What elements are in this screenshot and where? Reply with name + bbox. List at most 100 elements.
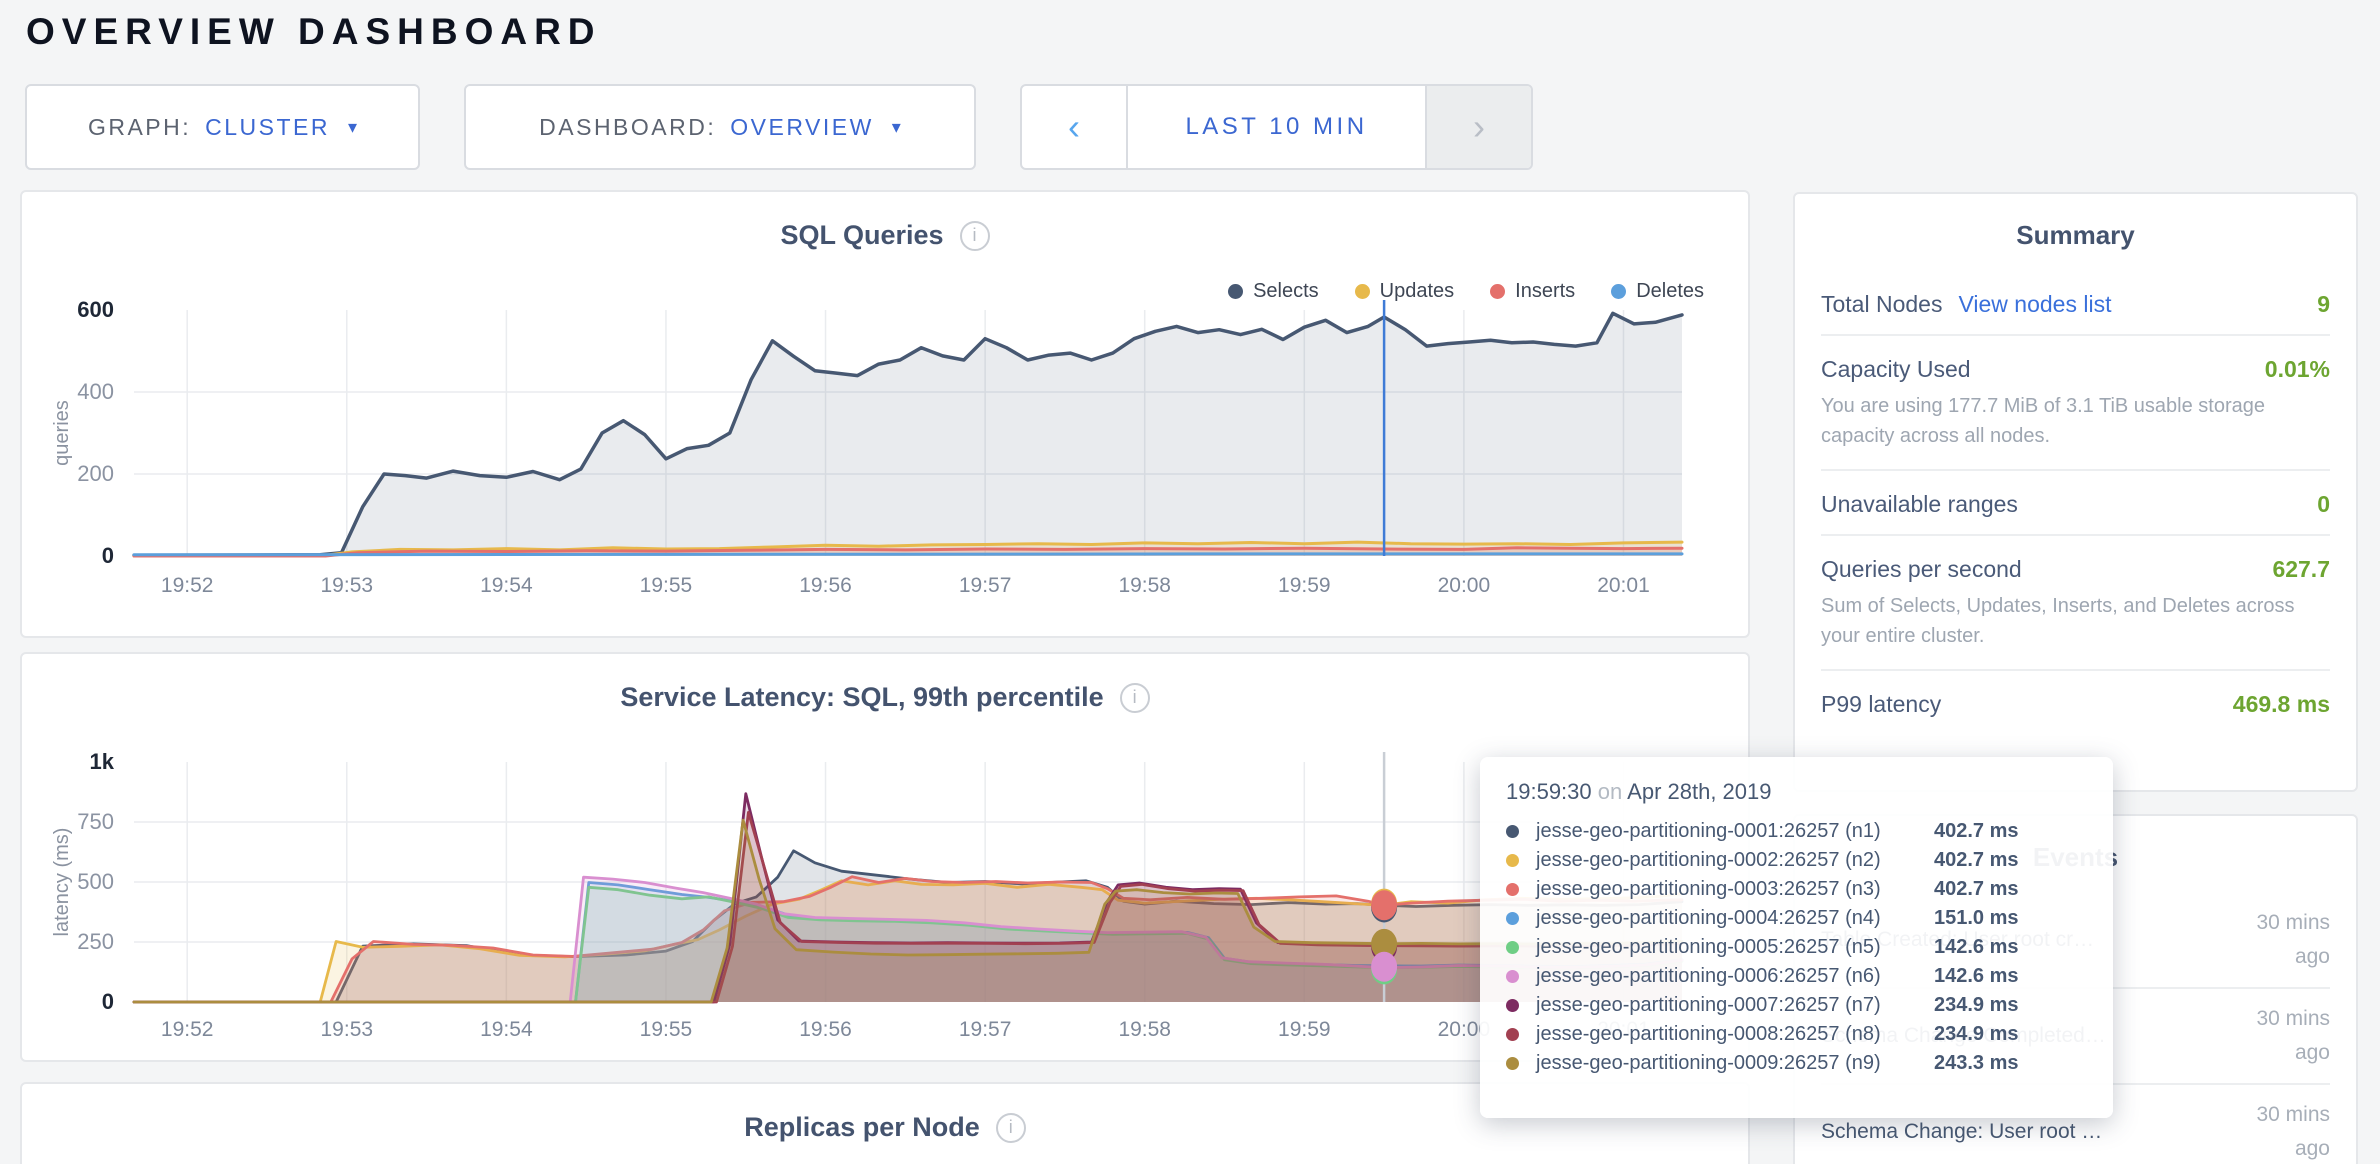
tooltip-row: jesse-geo-partitioning-0009:26257 (n9)24…: [1506, 1049, 2087, 1078]
unavailable-ranges-label: Unavailable ranges: [1821, 491, 2018, 518]
tooltip-row: jesse-geo-partitioning-0001:26257 (n1)40…: [1506, 817, 2087, 846]
replicas-title: Replicas per Node: [744, 1112, 980, 1143]
dashboard-dropdown[interactable]: DASHBOARD: OVERVIEW ▾: [464, 84, 976, 170]
tooltip-node-name: jesse-geo-partitioning-0005:26257 (n5): [1536, 936, 1934, 959]
tooltip-node-value: 151.0 ms: [1934, 907, 2019, 930]
tooltip-row: jesse-geo-partitioning-0007:26257 (n7)23…: [1506, 991, 2087, 1020]
tooltip-node-name: jesse-geo-partitioning-0002:26257 (n2): [1536, 849, 1934, 872]
series-dot-icon: [1506, 912, 1519, 925]
event-time: 30 mins ago: [2224, 906, 2330, 974]
tooltip-node-value: 402.7 ms: [1934, 849, 2019, 872]
capacity-label: Capacity Used: [1821, 356, 1971, 383]
tooltip-node-name: jesse-geo-partitioning-0003:26257 (n3): [1536, 878, 1934, 901]
svg-text:19:52: 19:52: [161, 1018, 214, 1041]
summary-row-capacity: Capacity Used 0.01%: [1821, 336, 2330, 399]
series-dot-icon: [1506, 825, 1519, 838]
svg-text:19:57: 19:57: [959, 1018, 1012, 1041]
tooltip-row: jesse-geo-partitioning-0006:26257 (n6)14…: [1506, 962, 2087, 991]
svg-text:20:00: 20:00: [1438, 574, 1491, 597]
series-dot-icon: [1506, 970, 1519, 983]
capacity-subtext: You are using 177.7 MiB of 3.1 TiB usabl…: [1821, 391, 2330, 469]
qps-label: Queries per second: [1821, 556, 2022, 583]
tooltip-node-value: 243.3 ms: [1934, 1052, 2019, 1075]
p99-latency-value: 469.8 ms: [2233, 691, 2330, 718]
tooltip-node-value: 234.9 ms: [1934, 1023, 2019, 1046]
tooltip-node-name: jesse-geo-partitioning-0004:26257 (n4): [1536, 907, 1934, 930]
svg-text:19:53: 19:53: [321, 574, 374, 597]
tooltip-node-value: 402.7 ms: [1934, 820, 2019, 843]
summary-row-total-nodes: Total Nodes View nodes list 9: [1821, 271, 2330, 334]
total-nodes-value: 9: [2317, 291, 2330, 318]
svg-text:20:01: 20:01: [1597, 574, 1650, 597]
graph-dropdown-value: CLUSTER: [205, 114, 330, 141]
svg-text:200: 200: [77, 461, 114, 486]
svg-text:19:58: 19:58: [1118, 574, 1171, 597]
caret-down-icon: ▾: [892, 117, 901, 138]
svg-text:19:58: 19:58: [1118, 1018, 1171, 1041]
svg-text:600: 600: [77, 297, 114, 322]
tooltip-node-value: 142.6 ms: [1934, 936, 2019, 959]
chevron-right-icon: ›: [1473, 106, 1485, 148]
tooltip-row: jesse-geo-partitioning-0008:26257 (n8)23…: [1506, 1020, 2087, 1049]
chevron-left-icon: ‹: [1068, 106, 1080, 148]
tooltip-timestamp: 19:59:30 on Apr 28th, 2019: [1506, 779, 2087, 805]
tooltip-node-name: jesse-geo-partitioning-0001:26257 (n1): [1536, 820, 1934, 843]
svg-text:19:54: 19:54: [480, 574, 533, 597]
svg-text:19:55: 19:55: [640, 574, 693, 597]
dashboard-dropdown-value: OVERVIEW: [730, 114, 874, 141]
series-dot-icon: [1506, 999, 1519, 1012]
unavailable-ranges-value: 0: [2317, 491, 2330, 518]
qps-value: 627.7: [2272, 556, 2330, 583]
dashboard-dropdown-label: DASHBOARD:: [539, 114, 716, 141]
series-dot-icon: [1506, 854, 1519, 867]
event-time: 30 mins ago: [2224, 1002, 2330, 1070]
chart-hover-tooltip: 19:59:30 on Apr 28th, 2019 jesse-geo-par…: [1480, 757, 2113, 1118]
svg-text:19:59: 19:59: [1278, 1018, 1331, 1041]
event-time: 30 mins ago: [2224, 1098, 2330, 1164]
qps-subtext: Sum of Selects, Updates, Inserts, and De…: [1821, 591, 2330, 669]
summary-title: Summary: [1795, 220, 2356, 251]
tooltip-row: jesse-geo-partitioning-0005:26257 (n5)14…: [1506, 933, 2087, 962]
tooltip-date: Apr 28th, 2019: [1627, 779, 1771, 804]
tooltip-node-name: jesse-geo-partitioning-0007:26257 (n7): [1536, 994, 1934, 1017]
summary-row-p99: P99 latency 469.8 ms: [1821, 671, 2330, 734]
svg-text:19:57: 19:57: [959, 574, 1012, 597]
graph-dropdown-label: GRAPH:: [88, 114, 191, 141]
time-range-selector: ‹ LAST 10 MIN ›: [1020, 84, 1533, 170]
svg-text:latency (ms): latency (ms): [51, 828, 73, 937]
sql-queries-chart[interactable]: 020040060019:5219:5319:5419:5519:5619:57…: [22, 192, 1748, 636]
tooltip-row: jesse-geo-partitioning-0004:26257 (n4)15…: [1506, 904, 2087, 933]
tooltip-node-value: 402.7 ms: [1934, 878, 2019, 901]
tooltip-row: jesse-geo-partitioning-0002:26257 (n2)40…: [1506, 846, 2087, 875]
tooltip-row: jesse-geo-partitioning-0003:26257 (n3)40…: [1506, 875, 2087, 904]
tooltip-node-value: 142.6 ms: [1934, 965, 2019, 988]
svg-text:1k: 1k: [90, 749, 115, 774]
view-nodes-list-link[interactable]: View nodes list: [1958, 291, 2111, 318]
time-next-button[interactable]: ›: [1425, 86, 1531, 168]
tooltip-node-value: 234.9 ms: [1934, 994, 2019, 1017]
series-dot-icon: [1506, 1028, 1519, 1041]
summary-row-qps: Queries per second 627.7: [1821, 536, 2330, 599]
tooltip-on: on: [1598, 779, 1622, 804]
tooltip-rows: jesse-geo-partitioning-0001:26257 (n1)40…: [1506, 817, 2087, 1078]
svg-text:19:55: 19:55: [640, 1018, 693, 1041]
sql-queries-panel: SQL Queries i SelectsUpdatesInsertsDelet…: [20, 190, 1750, 638]
capacity-value: 0.01%: [2265, 356, 2330, 383]
time-range-label[interactable]: LAST 10 MIN: [1128, 86, 1425, 168]
svg-text:queries: queries: [51, 400, 73, 466]
svg-text:500: 500: [77, 869, 114, 894]
tooltip-time: 19:59:30: [1506, 779, 1592, 804]
series-dot-icon: [1506, 883, 1519, 896]
svg-text:0: 0: [102, 989, 114, 1014]
summary-panel: Summary Total Nodes View nodes list 9 Ca…: [1793, 192, 2358, 792]
time-prev-button[interactable]: ‹: [1022, 86, 1128, 168]
info-icon[interactable]: i: [996, 1113, 1026, 1143]
overview-dashboard-page: OVERVIEW DASHBOARD GRAPH: CLUSTER ▾ DASH…: [0, 0, 2380, 1164]
caret-down-icon: ▾: [348, 117, 357, 138]
summary-body: Total Nodes View nodes list 9 Capacity U…: [1795, 271, 2356, 734]
series-dot-icon: [1506, 1057, 1519, 1070]
svg-text:19:52: 19:52: [161, 574, 214, 597]
tooltip-node-name: jesse-geo-partitioning-0009:26257 (n9): [1536, 1052, 1934, 1075]
svg-text:750: 750: [77, 809, 114, 834]
graph-dropdown[interactable]: GRAPH: CLUSTER ▾: [25, 84, 420, 170]
